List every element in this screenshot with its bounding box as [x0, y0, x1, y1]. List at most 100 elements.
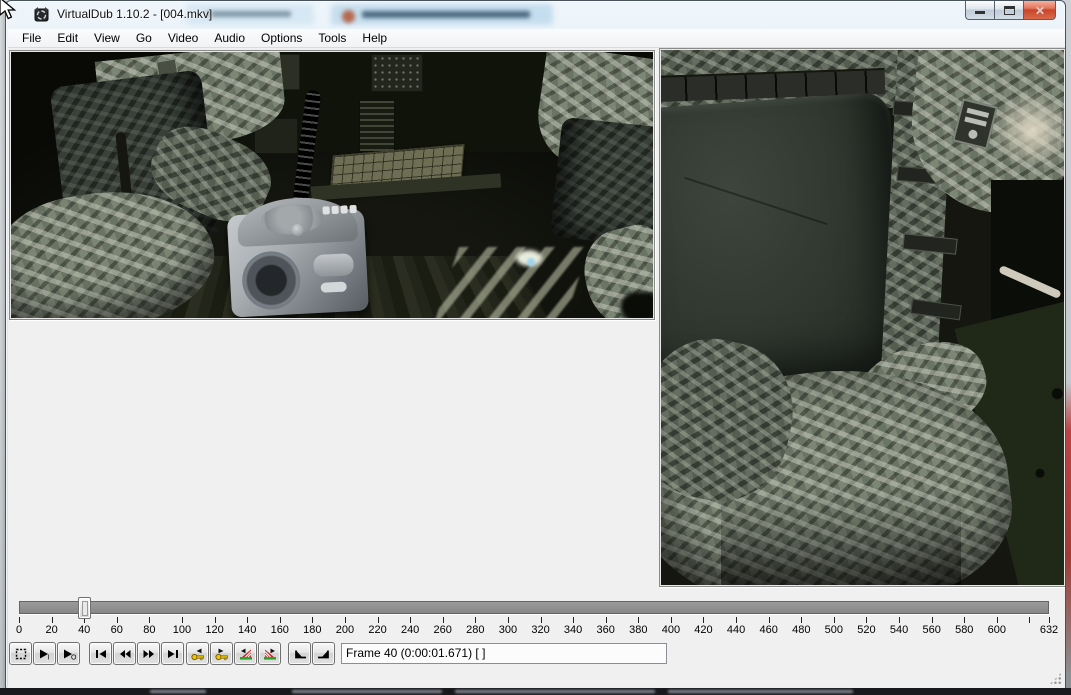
resize-grip[interactable]: [1049, 672, 1062, 685]
frame-status: Frame 40 (0:00:01.671) [ ]: [341, 643, 667, 664]
menu-edit[interactable]: Edit: [49, 29, 86, 47]
tick-620: [1029, 617, 1031, 623]
tick-label-100: 100: [172, 624, 192, 636]
play-input-button[interactable]: I: [33, 642, 56, 665]
tick-label-480: 480: [792, 624, 811, 636]
svg-text:O: O: [71, 654, 77, 661]
tick-label-0: 0: [15, 624, 23, 636]
playback-toolbar: Frame 40 (0:00:01.671) [ ] I O: [8, 641, 1065, 669]
close-icon: [1035, 6, 1045, 15]
key-back-icon: [190, 646, 206, 662]
tick-label-420: 420: [694, 624, 713, 636]
menu-view[interactable]: View: [86, 29, 128, 47]
mark-out-button[interactable]: [312, 642, 335, 665]
tick-480: [801, 617, 803, 623]
tick-label-260: 260: [433, 624, 452, 636]
menu-help[interactable]: Help: [354, 29, 395, 47]
next-keyframe-button[interactable]: [210, 642, 233, 665]
taskbar-item: [150, 690, 206, 693]
stop-button[interactable]: [9, 642, 32, 665]
keypad-panel: [371, 54, 423, 92]
boombox-badge: [312, 253, 355, 278]
desktop-edge: [1066, 0, 1071, 695]
tick-540: [899, 617, 901, 623]
tick-label-60: 60: [110, 624, 123, 636]
taskbar-item: [292, 690, 442, 693]
taskbar-item: [668, 690, 853, 693]
boombox-handle: [320, 281, 347, 293]
blurred-favicon: [342, 10, 355, 23]
step-forward-button[interactable]: [137, 642, 160, 665]
close-button[interactable]: [1023, 1, 1056, 20]
play-output-icon: O: [61, 646, 77, 662]
scene-forward-icon: [262, 646, 278, 662]
output-video-pane: [659, 48, 1065, 587]
tick-100: [181, 617, 183, 623]
tick-label-400: 400: [661, 624, 681, 636]
step-backward-button[interactable]: [113, 642, 136, 665]
tick-label-180: 180: [303, 624, 322, 636]
tick-280: [475, 617, 477, 623]
tick-label-380: 380: [629, 624, 648, 636]
previous-scene-button[interactable]: [234, 642, 257, 665]
toolbar-group-1: [89, 642, 184, 665]
go-end-icon: [165, 646, 181, 662]
arm-highlight: [991, 90, 1061, 170]
output-video-frame: [661, 50, 1064, 585]
blurred-text: [206, 11, 291, 17]
tick-340: [573, 617, 575, 623]
step-forward-icon: [141, 646, 157, 662]
tick-20: [51, 617, 53, 623]
next-scene-button[interactable]: [258, 642, 281, 665]
play-input-icon: I: [37, 646, 53, 662]
blue-glint: [527, 258, 535, 266]
go-start-icon: [93, 646, 109, 662]
tick-label-280: 280: [466, 624, 485, 636]
tick-140: [247, 617, 249, 623]
menu-tools[interactable]: Tools: [310, 29, 354, 47]
tick-260: [442, 617, 444, 623]
mark-in-icon: [292, 646, 308, 662]
menu-video[interactable]: Video: [160, 29, 206, 47]
step-back-icon: [117, 646, 133, 662]
tick-label-460: 460: [759, 624, 778, 636]
tick-160: [279, 617, 281, 623]
tick-label-500: 500: [824, 624, 844, 636]
previous-keyframe-button[interactable]: [186, 642, 209, 665]
tick-label-160: 160: [270, 624, 289, 636]
timeline-slider-thumb[interactable]: [78, 597, 92, 619]
tick-label-360: 360: [596, 624, 615, 636]
tick-label-40: 40: [78, 624, 91, 636]
menu-file[interactable]: File: [14, 29, 49, 47]
maximize-icon: [1004, 6, 1015, 15]
minimize-button[interactable]: [965, 1, 994, 20]
input-video-pane: [9, 50, 655, 320]
tick-240: [410, 617, 412, 623]
timeline: 0 20 40 60 80 100 120 140 160 180 200 220 240 260 280 3…: [8, 596, 1065, 641]
bottom-shadow: [721, 490, 961, 585]
titlebar[interactable]: VirtualDub 1.10.2 - [004.mkv]: [6, 1, 1065, 29]
tick-0: [19, 617, 20, 623]
taskbar[interactable]: [0, 688, 1071, 695]
tick-label-140: 140: [237, 624, 257, 636]
tick-120: [214, 617, 216, 623]
tick-label-120: 120: [205, 624, 224, 636]
go-to-end-button[interactable]: [161, 642, 184, 665]
virtualdub-app-icon: [34, 7, 49, 22]
timeline-track[interactable]: [19, 601, 1049, 614]
shadow: [621, 292, 653, 318]
mouse-cursor: [0, 0, 17, 20]
go-to-start-button[interactable]: [89, 642, 112, 665]
menu-go[interactable]: Go: [128, 29, 160, 47]
tick-320: [540, 617, 542, 623]
tick-label-20: 20: [45, 624, 58, 636]
toolbar-group-3: [234, 642, 281, 665]
play-output-button[interactable]: O: [57, 642, 80, 665]
toolbar-group-2: [186, 642, 233, 665]
menu-options[interactable]: Options: [253, 29, 310, 47]
taskbar-item: [455, 690, 655, 693]
maximize-button[interactable]: [994, 1, 1023, 20]
menu-audio[interactable]: Audio: [206, 29, 253, 47]
scene-back-icon: [238, 646, 254, 662]
mark-in-button[interactable]: [288, 642, 311, 665]
